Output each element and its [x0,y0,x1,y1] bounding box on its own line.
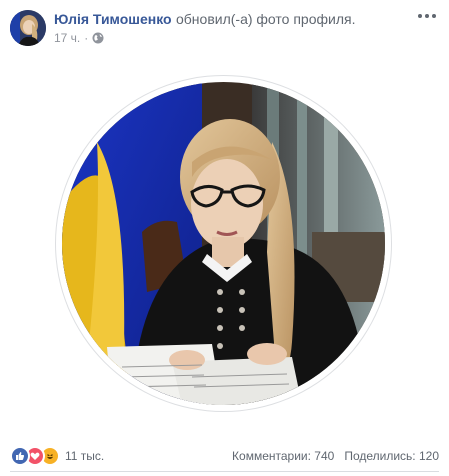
globe-icon[interactable] [92,32,104,44]
post-footer: 11 тыс. Комментарии: 740 Поделились: 120 [10,445,439,467]
profile-photo-post: Юлія Тимошенко обновил(-а) фото профиля.… [0,0,449,476]
comments-count-link[interactable]: Комментарии: 740 [232,449,334,463]
author-avatar[interactable] [10,10,46,46]
post-action-text: обновил(-а) фото профиля. [176,11,356,27]
post-timestamp[interactable]: 17 ч. [54,31,80,45]
profile-photo[interactable] [62,82,385,405]
like-reaction-icon [10,446,30,466]
reaction-count[interactable]: 11 тыс. [65,449,104,463]
meta-separator: · [84,31,89,45]
reaction-icons[interactable] [10,446,60,466]
footer-divider [10,471,439,472]
post-meta: 17 ч. · [54,31,104,45]
more-options-icon[interactable] [417,8,437,24]
author-name-link[interactable]: Юлія Тимошенко [54,11,172,27]
profile-photo-frame [56,76,391,411]
shares-count-link[interactable]: Поделились: 120 [344,449,439,463]
